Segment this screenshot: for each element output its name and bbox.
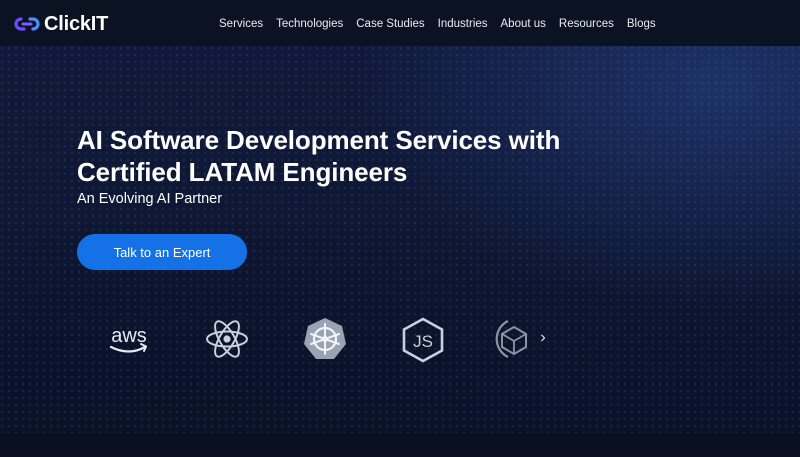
nodejs-icon: JS [402,317,444,363]
hero-title-line-2: Certified LATAM Engineers [77,157,408,187]
main-nav: Services Technologies Case Studies Indus… [219,18,656,30]
hero-subtitle: An Evolving AI Partner [77,191,223,207]
kubernetes-icon [304,318,346,359]
infinity-link-icon [14,17,40,31]
hero-title-line-1: AI Software Development Services with [77,125,561,155]
aws-icon: aws [109,325,147,353]
page-bottom-strip [0,433,800,457]
navbar: ClickIT Services Technologies Case Studi… [0,0,800,46]
react-icon [206,320,248,358]
nav-item-blogs[interactable]: Blogs [627,18,656,30]
nav-item-industries[interactable]: Industries [438,18,488,30]
cube-icon [495,320,527,358]
logo-text: ClickIT [44,12,109,35]
hero-section: AI Software Development Services with Ce… [0,46,800,433]
nav-item-technologies[interactable]: Technologies [276,18,343,30]
nav-item-services[interactable]: Services [219,18,263,30]
nav-item-case-studies[interactable]: Case Studies [356,18,424,30]
nodejs-logo-text: JS [413,332,433,351]
nav-item-about-us[interactable]: About us [501,18,546,30]
talk-to-expert-button[interactable]: Talk to an Expert [77,234,247,270]
clickit-logo[interactable]: ClickIT [14,13,108,35]
chevron-right-icon[interactable]: › [535,328,551,348]
nav-item-resources[interactable]: Resources [559,18,614,30]
hero-title: AI Software Development Services with Ce… [77,124,677,188]
tech-logo-carousel: aws JS [0,308,800,368]
